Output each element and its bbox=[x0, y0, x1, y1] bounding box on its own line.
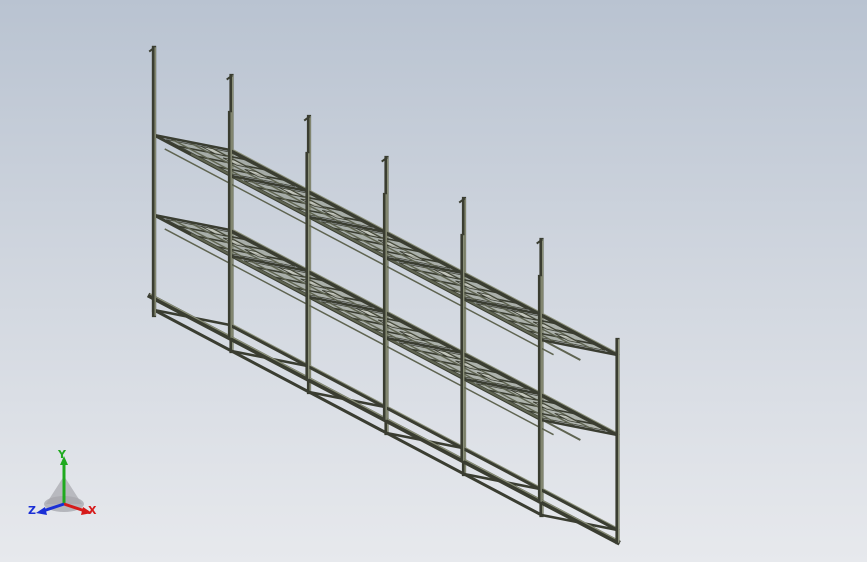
back-beam bbox=[151, 307, 544, 518]
triad-graphic bbox=[36, 456, 92, 515]
triad-z-label: Z bbox=[28, 504, 36, 517]
rack-assembly-model[interactable] bbox=[0, 0, 867, 562]
graphics-viewport[interactable]: Y X Z bbox=[0, 0, 867, 562]
front-beam-highlight bbox=[229, 147, 619, 354]
view-triad: Y X Z bbox=[24, 446, 114, 536]
front-beam bbox=[227, 147, 620, 358]
triad-x-label: X bbox=[88, 504, 97, 517]
triad-y-label: Y bbox=[58, 448, 66, 461]
